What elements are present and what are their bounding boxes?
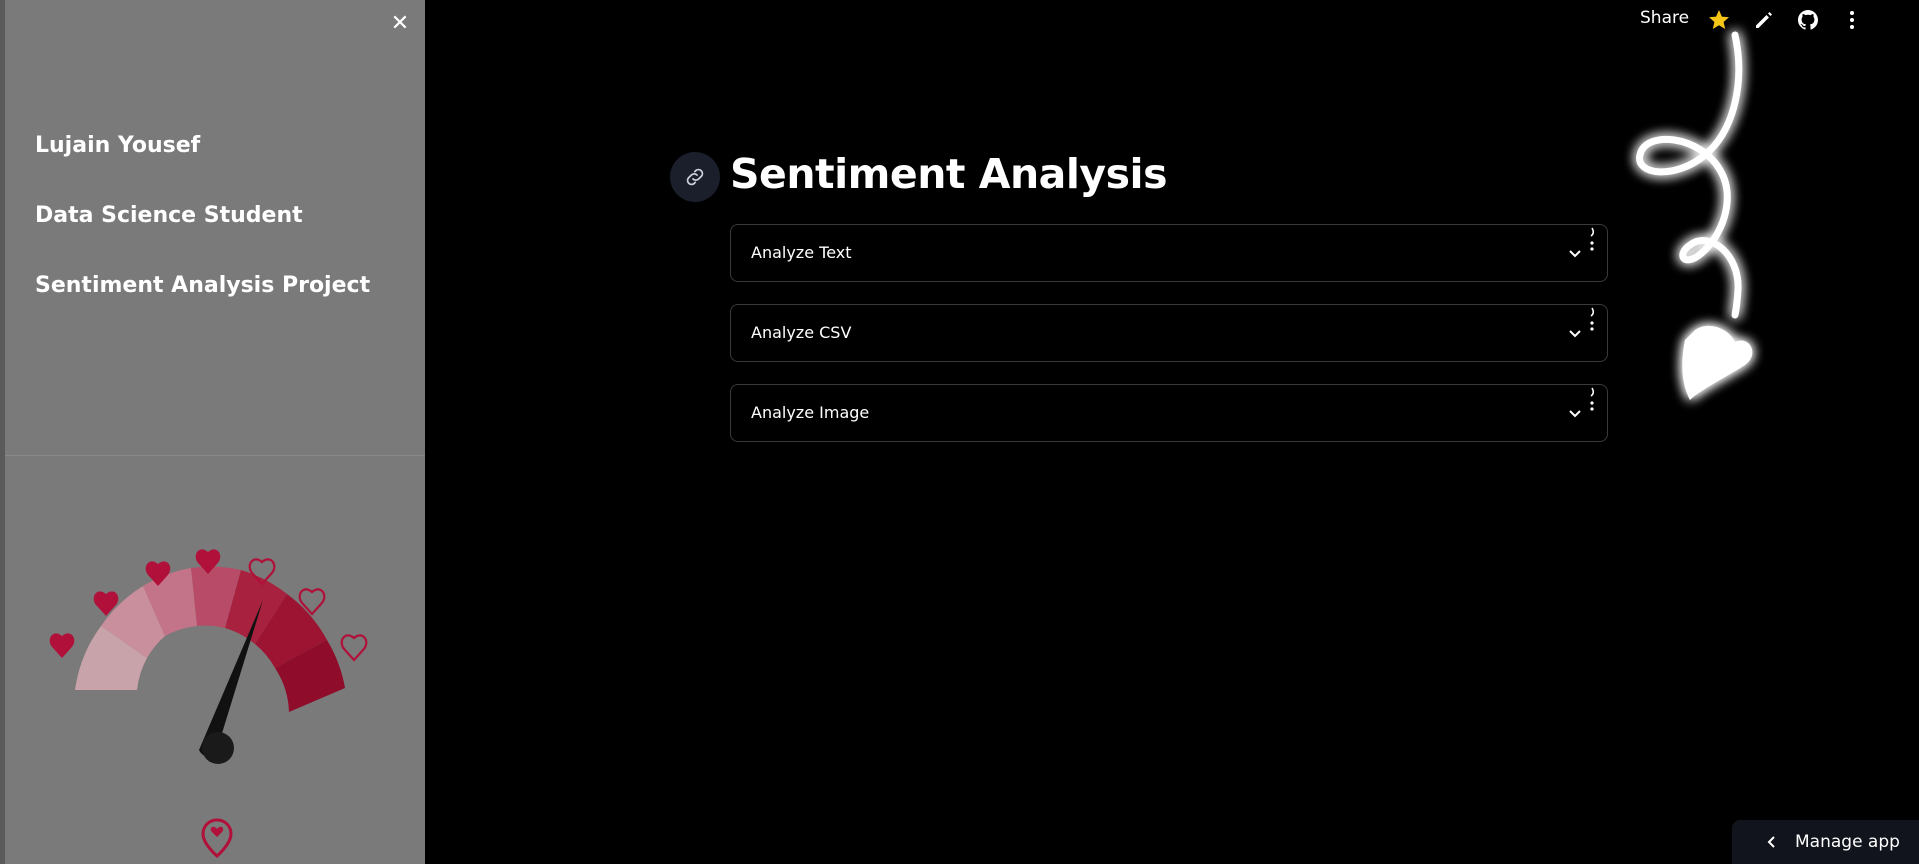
close-icon: ✕ <box>390 10 410 36</box>
chevron-down-icon <box>1569 330 1581 338</box>
decorative-squiggle-icon <box>1590 227 1595 251</box>
manage-app-label: Manage app <box>1795 832 1900 852</box>
chevron-down-icon <box>1569 410 1581 418</box>
expander-label: Analyze CSV <box>751 323 852 342</box>
github-icon[interactable] <box>1796 8 1820 32</box>
expander-analyze-text[interactable]: Analyze Text <box>730 224 1608 282</box>
decorative-squiggle-icon <box>1590 387 1595 411</box>
chevron-left-icon <box>1767 836 1775 848</box>
sidebar: ✕ Lujain Yousef Data Science Student Sen… <box>0 0 425 864</box>
sidebar-divider <box>5 455 425 456</box>
expander-analyze-csv[interactable]: Analyze CSV <box>730 304 1608 362</box>
gauge-hub <box>202 732 234 764</box>
close-sidebar-button[interactable]: ✕ <box>385 8 415 38</box>
heart-filled-icon <box>49 633 75 658</box>
heart-location-pin-icon <box>201 818 233 858</box>
sidebar-project: Sentiment Analysis Project <box>35 273 371 298</box>
heart-outline-icon <box>340 634 368 662</box>
chevron-down-icon <box>1569 250 1581 258</box>
expander-analyze-image[interactable]: Analyze Image <box>730 384 1608 442</box>
manage-app-button[interactable]: Manage app <box>1732 820 1919 864</box>
neon-ribbon-heart-decoration <box>1636 31 1753 400</box>
sidebar-name: Lujain Yousef <box>35 133 201 158</box>
sidebar-role: Data Science Student <box>35 203 303 228</box>
heart-meter-gauge <box>49 549 368 764</box>
expander-label: Analyze Text <box>751 243 852 262</box>
page-title: Sentiment Analysis <box>730 150 1168 198</box>
anchor-link-button[interactable] <box>670 152 720 202</box>
decorative-squiggle-icon <box>1590 307 1595 331</box>
link-icon <box>686 168 704 186</box>
expander-label: Analyze Image <box>751 403 870 422</box>
more-vertical-icon[interactable] <box>1840 8 1864 32</box>
